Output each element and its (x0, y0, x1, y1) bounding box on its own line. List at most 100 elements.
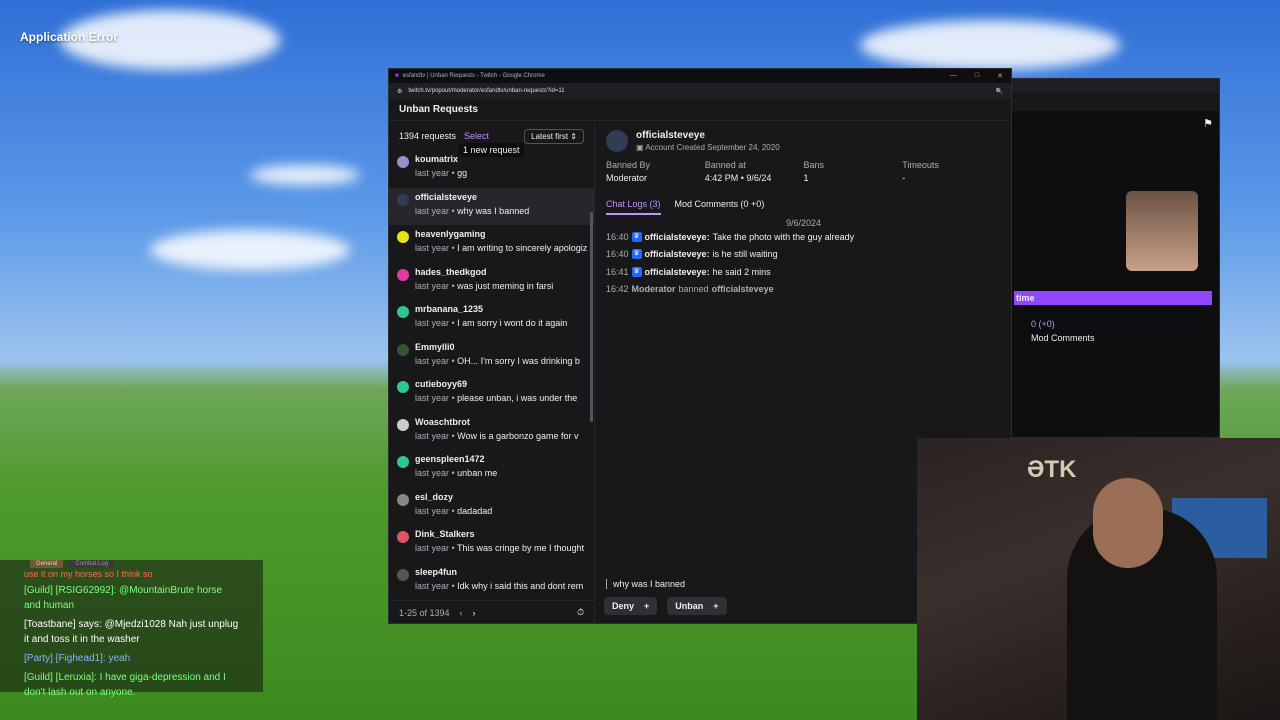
request-item[interactable]: hades_thedkgod last year • was just memi… (389, 263, 594, 301)
request-item[interactable]: Dink_Stalkers last year • This was cring… (389, 525, 594, 563)
log-username[interactable]: officialsteveye: (645, 267, 710, 277)
cloud (860, 20, 1120, 70)
chat-line: [Toastbane] says: @Mjedzi1028 Nah just u… (24, 619, 239, 645)
sort-dropdown[interactable]: Latest first ⇕ (524, 128, 584, 144)
twitch-icon: ■ (395, 73, 399, 79)
tab-chat-logs[interactable]: Chat Logs (3) (606, 199, 661, 215)
log-time: 16:41 (606, 266, 629, 277)
timer-icon[interactable]: ⏱ (577, 607, 584, 618)
request-message-text: Idk why i said this and dont rem (457, 580, 584, 591)
mod-name[interactable]: Moderator (632, 284, 676, 294)
stat-value: 4:42 PM • 9/6/24 (704, 173, 772, 183)
stat: Banned at 4:42 PM • 9/6/24 (705, 160, 804, 183)
titlebar[interactable]: ■ esfandtv | Unban Requests - Twitch - G… (389, 69, 1011, 83)
request-time: last year (415, 505, 450, 516)
request-preview: last year • Wow is a garbonzo game for v (415, 430, 579, 441)
address-bar[interactable]: ⚙ twitch.tv/popout/moderator/esfandtv/un… (389, 83, 1011, 99)
new-request-tooltip[interactable]: 1 new request (459, 143, 524, 157)
request-preview: last year • was just meming in farsi (415, 280, 554, 291)
video-thumbnail (1126, 191, 1198, 271)
chat-tabs: General Combat Log (0, 560, 263, 568)
request-preview: last year • unban me (415, 468, 498, 478)
bg-mod-comments[interactable]: Mod Comments (1031, 333, 1095, 343)
request-time: last year (415, 430, 450, 441)
avatar (397, 456, 409, 468)
url-text[interactable]: twitch.tv/popout/moderator/esfandtv/unba… (408, 88, 564, 94)
chat-log-line: 16:40 ♛ officialsteveye: Take the photo wit… (596, 228, 1011, 246)
prev-page-button[interactable]: ‹ (460, 608, 463, 618)
tab-general[interactable]: General (30, 560, 64, 568)
request-item[interactable]: heavenlygaming last year • I am writing … (389, 225, 594, 263)
detail-username[interactable]: officialsteveye (636, 130, 780, 141)
request-username: hades_thedkgod (415, 266, 487, 277)
stat-label: Bans (803, 160, 825, 170)
flag-icon[interactable]: ⚑ (1203, 117, 1213, 130)
avatar (397, 268, 409, 281)
chat-line: [Guild] [Leruxia]: I have giga-depressio… (24, 672, 226, 698)
stat: Bans 1 (804, 160, 903, 183)
bg-titlebar[interactable] (1006, 79, 1219, 93)
chat-line: use it on my horses so I think so (24, 569, 153, 579)
chat-lines: [Guild] [RSIG62992]: @MountainBrute hors… (0, 581, 263, 702)
ban-stats: Banned By Moderator Banned at 4:42 PM • 9/6… (596, 160, 1011, 183)
mod-verb: banned (678, 284, 709, 295)
request-username: Emmylli0 (415, 341, 455, 352)
maximize-icon[interactable]: □ (975, 72, 979, 80)
sub-badge-icon: ♛ (631, 231, 642, 242)
request-message-text: gg (457, 168, 468, 178)
avatar (397, 231, 409, 243)
request-item[interactable]: sleep4fun last year • Idk why i said thi… (389, 563, 594, 601)
log-username[interactable]: officialsteveye: (645, 232, 710, 242)
scrollbar[interactable] (590, 212, 593, 422)
request-username: mrbanana_1235 (415, 304, 484, 314)
minimize-icon[interactable]: — (950, 72, 957, 80)
site-settings-icon[interactable]: ⚙ (397, 88, 402, 95)
deny-button[interactable]: Deny + (604, 597, 658, 615)
mod-target[interactable]: officialsteveye (712, 284, 774, 294)
select-button[interactable]: Select (464, 131, 489, 141)
chevron-updown-icon: ⇕ (570, 131, 577, 141)
request-item[interactable]: officialsteveye last year • why was I ba… (389, 187, 594, 225)
request-item[interactable]: esl_dozy last year • dadadad (389, 488, 594, 526)
tab-mod-comments[interactable]: Mod Comments (0 +0) (675, 199, 765, 215)
request-time: last year (415, 543, 450, 553)
request-preview: last year • This was cringe by me I thou… (415, 543, 585, 553)
request-message-text: OH... I'm sorry I was drinking b (457, 355, 580, 366)
plus-icon[interactable]: + (713, 601, 718, 611)
request-preview: last year • dadadad (415, 505, 493, 516)
request-item[interactable]: Emmylli0 last year • OH... I'm sorry I w… (389, 338, 594, 376)
stat-value: - (902, 173, 906, 183)
zoom-icon[interactable]: 🔍 (996, 88, 1011, 95)
request-time: last year (415, 468, 450, 478)
plus-icon[interactable]: + (644, 601, 649, 611)
app-error-label[interactable]: Application Error (20, 30, 118, 44)
request-username: heavenlygaming (415, 229, 486, 239)
request-item[interactable]: geenspleen1472 last year • unban me (389, 450, 594, 488)
request-preview: last year • gg (415, 168, 468, 178)
log-text: Take the photo with the guy already (712, 231, 855, 242)
log-username[interactable]: officialsteveye: (645, 249, 710, 259)
log-date: 9/6/2024 (785, 218, 822, 228)
request-time: last year (415, 393, 450, 403)
request-preview: last year • I am sorry i wont do it agai… (415, 318, 568, 328)
next-page-button[interactable]: › (473, 608, 476, 618)
window-title: esfandtv | Unban Requests - Twitch - Goo… (402, 73, 545, 79)
chat-log-line: 16:40 ♛ officialsteveye: is he still waitin… (596, 246, 1011, 264)
request-time: last year (415, 168, 450, 178)
cloud (250, 165, 360, 185)
page-title: Unban Requests (389, 99, 1011, 121)
request-time: last year (415, 318, 450, 328)
tab-combat-log[interactable]: Combat Log (69, 560, 115, 568)
pagination-range: 1-25 of 1394 (399, 607, 450, 618)
request-item[interactable]: cutieboyy69 last year • please unban, i … (389, 375, 594, 413)
request-count: 1394 requests (399, 131, 457, 141)
request-item[interactable]: mrbanana_1235 last year • I am sorry i w… (389, 300, 594, 338)
request-item[interactable]: Woaschtbrot last year • Wow is a garbonz… (389, 413, 594, 451)
close-icon[interactable]: ✕ (997, 72, 1003, 80)
request-preview: last year • please unban, i was under th… (415, 393, 578, 403)
unban-button[interactable]: Unban + (667, 597, 727, 615)
request-message-text: unban me (457, 468, 498, 478)
background-window[interactable]: ⚑ time 0 (+0) Mod Comments (1005, 78, 1220, 438)
sub-badge-icon: ♛ (631, 249, 642, 260)
avatar (397, 568, 409, 581)
